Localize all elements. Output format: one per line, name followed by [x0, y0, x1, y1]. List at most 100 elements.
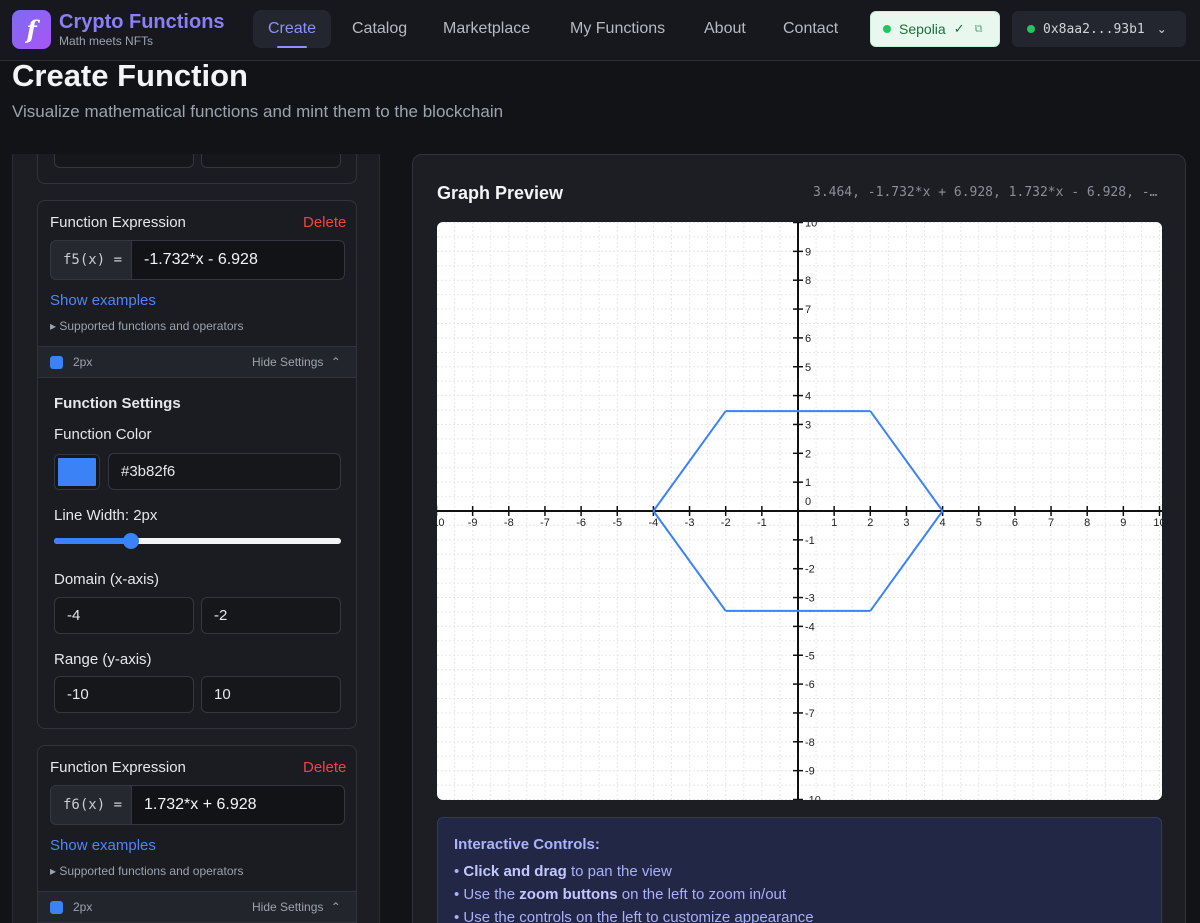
interactive-controls-info: Interactive Controls: • Click and drag t…	[437, 817, 1162, 923]
top-nav: f Crypto Functions Math meets NFTs Creat…	[0, 0, 1200, 61]
network-badge[interactable]: Sepolia ✓ ⧉	[870, 11, 1000, 47]
brand-tagline: Math meets NFTs	[59, 34, 154, 48]
supported-functions-toggle[interactable]: ▸ Supported functions and operators	[50, 864, 243, 878]
y-tick-label: -6	[805, 679, 815, 691]
graph-canvas[interactable]: -10-9-8-7-6-5-4-3-2-112345678910-10-9-8-…	[437, 222, 1162, 800]
network-name: Sepolia	[899, 21, 946, 37]
info-item-bold: zoom buttons	[519, 886, 618, 903]
supported-functions-label: Supported functions and operators	[59, 319, 244, 333]
info-item: • Click and drag to pan the view	[454, 863, 672, 880]
graph-svg[interactable]: -10-9-8-7-6-5-4-3-2-112345678910-10-9-8-…	[437, 222, 1162, 800]
chevron-down-icon: ⌄	[1156, 22, 1167, 36]
x-tick-label: 3	[903, 517, 909, 529]
x-tick-label: -2	[721, 517, 731, 529]
status-dot-icon	[883, 25, 891, 33]
y-tick-label: 1	[805, 477, 811, 489]
nav-link-marketplace[interactable]: Marketplace	[428, 10, 545, 48]
y-tick-label: -10	[805, 795, 821, 801]
nav-link-catalog[interactable]: Catalog	[337, 10, 422, 48]
status-dot-icon	[1027, 25, 1035, 33]
graph-preview-panel: Graph Preview 3.464, -1.732*x + 6.928, 1…	[412, 154, 1186, 923]
x-tick-label: 10	[1153, 517, 1162, 529]
x-tick-label: -4	[649, 517, 659, 529]
x-tick-label: -8	[504, 517, 514, 529]
line-width-slider-fill	[54, 538, 132, 544]
previous-range-max-input[interactable]	[201, 154, 341, 168]
delete-button[interactable]: Delete	[303, 214, 346, 231]
color-swatch-small	[50, 901, 63, 914]
expression-input[interactable]: -1.732*x - 6.928	[132, 240, 345, 280]
range-label: Range (y-axis)	[54, 651, 152, 668]
y-tick-label: -7	[805, 708, 815, 720]
y-tick-label: 10	[805, 222, 817, 230]
range-max-input[interactable]: 10	[201, 676, 341, 713]
x-tick-label: 1	[831, 517, 837, 529]
color-swatch-small	[50, 356, 63, 369]
check-icon: ✓	[953, 21, 965, 36]
expression-summary: 3.464, -1.732*x + 6.928, 1.732*x - 6.928…	[813, 185, 1163, 200]
supported-functions-toggle[interactable]: ▸ Supported functions and operators	[50, 319, 243, 333]
x-tick-label: 7	[1048, 517, 1054, 529]
y-tick-label: 9	[805, 246, 811, 258]
x-tick-label: 4	[940, 517, 946, 529]
hide-settings-label: Hide Settings	[252, 355, 324, 369]
delete-button[interactable]: Delete	[303, 759, 346, 776]
domain-min-input[interactable]: -4	[54, 597, 194, 634]
y-tick-label: -8	[805, 737, 815, 749]
x-tick-label: 2	[867, 517, 873, 529]
function-color-label: Function Color	[54, 426, 152, 443]
graph-preview-title: Graph Preview	[437, 183, 564, 203]
supported-functions-label: Supported functions and operators	[59, 864, 244, 878]
y-tick-label: 6	[805, 333, 811, 345]
external-link-icon: ⧉	[974, 22, 983, 35]
line-width-label: 2px	[73, 900, 93, 914]
wallet-button[interactable]: 0x8aa2...93b1 ⌄	[1012, 11, 1186, 47]
nav-link-my-functions[interactable]: My Functions	[555, 10, 680, 48]
info-title: Interactive Controls:	[454, 836, 600, 853]
x-tick-label: 8	[1084, 517, 1090, 529]
x-tick-label: -6	[576, 517, 586, 529]
function-expression-label: Function Expression	[50, 759, 186, 776]
x-tick-label: 9	[1120, 517, 1126, 529]
range-min-input[interactable]: -10	[54, 676, 194, 713]
color-hex-input[interactable]: #3b82f6	[108, 453, 341, 490]
x-tick-label: 6	[1012, 517, 1018, 529]
function-name-prefix: f5(x) =	[50, 240, 132, 280]
hide-settings-button[interactable]: Hide Settings ⌃	[252, 900, 341, 914]
info-item-text: on the left to zoom in/out	[617, 886, 787, 903]
y-tick-label: 0	[805, 496, 811, 508]
x-tick-label: -3	[685, 517, 695, 529]
hide-settings-button[interactable]: Hide Settings ⌃	[252, 355, 341, 369]
function-card-f6: Function Expression Delete f6(x) = 1.732…	[37, 745, 357, 923]
y-tick-label: -3	[805, 593, 815, 605]
logo-icon[interactable]: f	[12, 10, 51, 49]
previous-function-card	[37, 154, 357, 184]
show-examples-link[interactable]: Show examples	[50, 837, 156, 854]
brand-name[interactable]: Crypto Functions	[59, 11, 225, 34]
function-card-f5: Function Expression Delete f5(x) = -1.73…	[37, 200, 357, 729]
domain-max-input[interactable]: -2	[201, 597, 341, 634]
function-name-prefix: f6(x) =	[50, 785, 132, 825]
y-tick-label: 3	[805, 419, 811, 431]
y-tick-label: -1	[805, 535, 815, 547]
nav-link-create[interactable]: Create	[253, 10, 332, 48]
info-item-bold: Click and drag	[463, 863, 567, 880]
nav-link-about[interactable]: About	[689, 10, 761, 48]
y-tick-label: -2	[805, 564, 815, 576]
function-editor-panel[interactable]: Function Expression Delete f5(x) = -1.73…	[12, 154, 380, 923]
settings-bar: 2px Hide Settings ⌃	[38, 346, 356, 378]
color-picker[interactable]	[54, 454, 100, 490]
chevron-up-icon: ⌃	[330, 900, 341, 914]
domain-label: Domain (x-axis)	[54, 571, 160, 588]
show-examples-link[interactable]: Show examples	[50, 292, 156, 309]
info-item: • Use the controls on the left to custom…	[454, 909, 814, 923]
expression-input[interactable]: 1.732*x + 6.928	[132, 785, 345, 825]
y-tick-label: 2	[805, 448, 811, 460]
line-width-slider-thumb[interactable]	[123, 533, 140, 549]
hide-settings-label: Hide Settings	[252, 900, 324, 914]
nav-link-contact[interactable]: Contact	[768, 10, 853, 48]
page-subtitle: Visualize mathematical functions and min…	[12, 102, 504, 121]
previous-range-min-input[interactable]	[54, 154, 194, 168]
x-tick-label: -1	[757, 517, 767, 529]
function-settings-title: Function Settings	[54, 395, 181, 412]
